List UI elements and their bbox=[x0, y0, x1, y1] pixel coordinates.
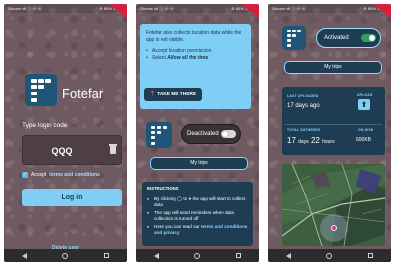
fotefar-logo-icon bbox=[146, 122, 172, 148]
total-days-number: 17 bbox=[287, 136, 296, 145]
total-gathered-label: TOTAL GATHERED bbox=[287, 128, 321, 132]
back-icon[interactable] bbox=[153, 252, 159, 259]
total-hours-number: 22 bbox=[310, 136, 320, 145]
instruction-3-prefix: Here you can read our bbox=[154, 223, 200, 229]
tracking-toggle-label: Deactivated bbox=[187, 131, 219, 137]
recents-icon[interactable] bbox=[104, 253, 110, 258]
trash-icon[interactable] bbox=[109, 144, 117, 154]
toggle-switch-icon[interactable] bbox=[221, 130, 236, 138]
fotefar-logo-icon bbox=[282, 26, 306, 50]
accept-terms-row: ✓ Accept terms and conditions bbox=[22, 172, 100, 178]
status-bar: Gionee x6 ⓘ ⓜ ⓦ ⊕ 86% 14:57 bbox=[4, 4, 127, 13]
stats-divider bbox=[285, 124, 382, 125]
login-code-value: QQQ bbox=[51, 146, 73, 156]
terms-link[interactable]: terms and conditions bbox=[49, 172, 100, 178]
permission-step-2: Select Allow all the time bbox=[146, 55, 245, 62]
back-icon[interactable] bbox=[21, 252, 27, 259]
my-trips-button[interactable]: My trips bbox=[150, 157, 248, 170]
tracking-toggle[interactable]: Activated bbox=[316, 28, 381, 48]
instructions-panel: INSTRUCTIONS By clicking ◯ to ● the app … bbox=[142, 182, 253, 246]
on-disk-label: ON DISK bbox=[358, 128, 374, 132]
system-nav-bar bbox=[136, 249, 259, 262]
status-left: Gionee x6 ⓘ ⓜ ⓦ bbox=[140, 6, 174, 11]
my-trips-button[interactable]: My trips bbox=[284, 61, 382, 74]
total-gathered-value: 17 days 22 hours bbox=[287, 136, 335, 145]
home-icon[interactable] bbox=[194, 252, 201, 259]
trip-map[interactable] bbox=[282, 164, 385, 246]
permission-info-text: Fotefar also collects location data whil… bbox=[146, 30, 242, 43]
status-bar: Gionee x6 ⓘ ⓜ ⓦ ⊕ 86% 14:57 bbox=[268, 4, 391, 13]
deactivated-screen: Gionee x6 ⓘ ⓜ ⓦ ⊕ 86% 14:57 Fotefar also… bbox=[136, 4, 259, 262]
stats-panel: LAST UPLOADED 17 days ago UPLOAD TOTAL G… bbox=[282, 87, 385, 155]
instruction-item: The app will send reminders when data co… bbox=[147, 210, 248, 223]
total-days-unit: days bbox=[298, 139, 309, 145]
recents-icon[interactable] bbox=[236, 253, 242, 258]
tracking-toggle-label: Activated bbox=[324, 35, 349, 41]
permission-step-2-bold: Allow all the time bbox=[167, 55, 209, 61]
toggle-switch-icon[interactable] bbox=[361, 34, 376, 42]
permission-step-1: Accept location permission bbox=[146, 48, 245, 55]
upload-icon[interactable] bbox=[358, 99, 370, 110]
system-nav-bar bbox=[4, 249, 127, 262]
recents-icon[interactable] bbox=[368, 253, 374, 258]
login-code-label: Type login code bbox=[22, 122, 68, 129]
login-code-input[interactable]: QQQ bbox=[22, 135, 122, 165]
system-nav-bar bbox=[268, 249, 391, 262]
take-me-there-button[interactable]: 📍 TAKE ME THERE bbox=[144, 88, 202, 101]
permission-step-2-prefix: Select bbox=[152, 55, 166, 61]
accept-terms-checkbox[interactable]: ✓ bbox=[22, 172, 28, 178]
on-disk-value: 600KB bbox=[356, 137, 372, 143]
app-name: Fotefar bbox=[62, 86, 104, 101]
map-graphic bbox=[282, 164, 385, 246]
last-uploaded-label: LAST UPLOADED bbox=[287, 94, 319, 98]
home-icon[interactable] bbox=[326, 252, 333, 259]
activated-screen: Gionee x6 ⓘ ⓜ ⓦ ⊕ 86% 14:57 Activated My… bbox=[268, 4, 391, 262]
take-me-there-label: TAKE ME THERE bbox=[157, 92, 197, 97]
upload-label: UPLOAD bbox=[357, 93, 373, 97]
tracking-toggle[interactable]: Deactivated bbox=[181, 124, 241, 144]
login-screen: Gionee x6 ⓘ ⓜ ⓦ ⊕ 86% 14:57 Fotefar Type… bbox=[4, 4, 127, 262]
instructions-title: INSTRUCTIONS bbox=[147, 186, 179, 191]
instruction-item: Here you can read our terms and conditio… bbox=[147, 224, 248, 237]
last-uploaded-value: 17 days ago bbox=[287, 103, 320, 109]
status-left: Gionee x6 ⓘ ⓜ ⓦ bbox=[8, 6, 42, 11]
instruction-item: By clicking ◯ to ● the app will start to… bbox=[147, 196, 248, 209]
fotefar-logo-icon bbox=[25, 74, 57, 106]
location-pin-icon: 📍 bbox=[149, 92, 156, 97]
home-icon[interactable] bbox=[62, 252, 69, 259]
back-icon[interactable] bbox=[285, 252, 291, 259]
login-button[interactable]: Log in bbox=[22, 189, 122, 206]
total-hours-unit: hours bbox=[322, 139, 335, 145]
accept-terms-label: Accept bbox=[31, 172, 47, 178]
status-left: Gionee x6 ⓘ ⓜ ⓦ bbox=[272, 6, 306, 11]
status-bar: Gionee x6 ⓘ ⓜ ⓦ ⊕ 86% 14:57 bbox=[136, 4, 259, 13]
